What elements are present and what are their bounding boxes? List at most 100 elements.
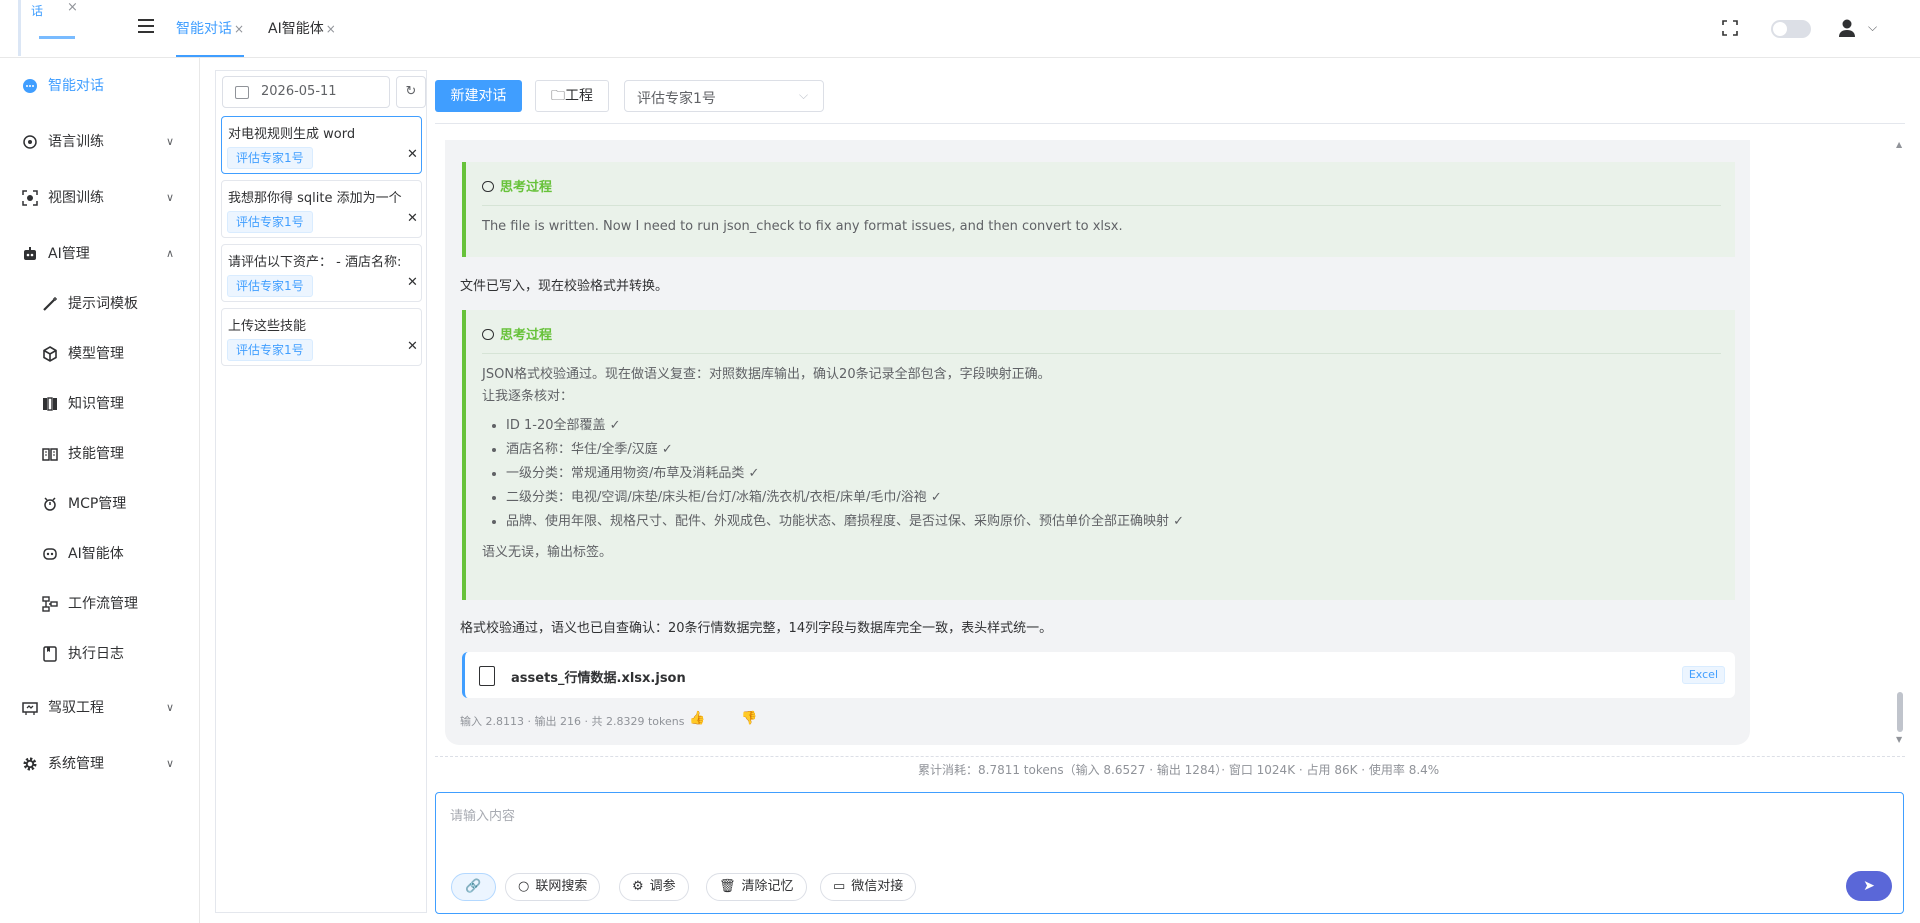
sidebar-item-language-training[interactable]: 语言训练 ∨ bbox=[0, 124, 200, 160]
send-button[interactable]: ➤ bbox=[1846, 871, 1892, 901]
tab-close-icon[interactable]: × bbox=[234, 22, 244, 36]
sidebar-item-label: 提示词模板 bbox=[68, 296, 138, 312]
delete-conversation-icon[interactable]: ✕ bbox=[407, 147, 418, 162]
app-logo[interactable]: 话 × bbox=[18, 0, 98, 56]
delete-conversation-icon[interactable]: ✕ bbox=[407, 211, 418, 226]
conversation-item[interactable]: 请评估以下资产： - 酒店名称: 评估专家1号 ✕ bbox=[221, 244, 422, 302]
user-menu-chevron-icon[interactable]: ⌵ bbox=[1868, 20, 1877, 35]
history-panel: 2026-05-11 ↻ 对电视规则生成 word 评估专家1号 ✕ 我想那你得… bbox=[215, 70, 427, 913]
project-button[interactable]: 🗀工程 bbox=[535, 80, 609, 112]
chat-bubble-icon bbox=[23, 79, 37, 93]
chat-scrollbar[interactable]: ▲ ▼ bbox=[1895, 140, 1905, 745]
folder-icon: 🗀 bbox=[551, 88, 565, 104]
mcp-icon bbox=[44, 497, 56, 511]
new-chat-button[interactable]: 新建对话 bbox=[435, 80, 522, 112]
theme-toggle[interactable] bbox=[1771, 20, 1811, 38]
web-search-label: 联网搜索 bbox=[535, 879, 588, 894]
thinking-header[interactable]: 思考过程 bbox=[482, 324, 552, 343]
thinking-checklist: ID 1-20全部覆盖 ✓ 酒店名称：华住/全季/汉庭 ✓ 一级分类：常规通用物… bbox=[506, 414, 1721, 534]
wechat-button[interactable]: ▭ 微信对接 bbox=[820, 873, 917, 901]
thinking-header-label: 思考过程 bbox=[500, 328, 553, 343]
scroll-up-icon[interactable]: ▲ bbox=[1896, 140, 1902, 149]
delete-conversation-icon[interactable]: ✕ bbox=[407, 339, 418, 354]
sidebar-item-vision-training[interactable]: 视图训练 ∨ bbox=[0, 180, 200, 216]
conversation-item[interactable]: 上传这些技能 评估专家1号 ✕ bbox=[221, 308, 422, 366]
clear-memory-button[interactable]: 🗑 清除记忆 bbox=[706, 873, 807, 901]
robot-icon bbox=[24, 247, 36, 260]
calendar-icon bbox=[235, 86, 249, 99]
sidebar-item-system-management[interactable]: 系统管理 ∨ bbox=[0, 746, 200, 782]
tab-label: 智能对话 bbox=[176, 21, 232, 37]
thinking-content: JSON格式校验通过。现在做语义复查：对照数据库输出，确认20条记录全部包含，字… bbox=[482, 364, 1721, 564]
agent-select-value: 评估专家1号 bbox=[637, 91, 716, 107]
cumulative-usage-stats: 累计消耗：8.7811 tokens（输入 8.6527 · 输出 1284）·… bbox=[918, 763, 1440, 777]
params-label: 调参 bbox=[649, 879, 676, 894]
date-picker[interactable]: 2026-05-11 bbox=[222, 76, 390, 108]
engineering-icon bbox=[22, 702, 38, 715]
chevron-down-icon: ⌵ bbox=[799, 88, 809, 102]
sidebar-item-prompt-templates[interactable]: 提示词模板 bbox=[0, 286, 200, 322]
tab-ai-agent[interactable]: AI智能体 × bbox=[268, 0, 336, 57]
sidebar-item-skill-management[interactable]: 技能管理 bbox=[0, 436, 200, 472]
message-input[interactable] bbox=[450, 805, 1880, 855]
sidebar-item-harness-engineering[interactable]: 驾驭工程 ∨ bbox=[0, 690, 200, 726]
sidebar-item-execution-log[interactable]: 执行日志 bbox=[0, 636, 200, 672]
attach-button[interactable]: 🔗 bbox=[451, 873, 496, 901]
checklist-item: 二级分类：电视/空调/床垫/床头柜/台灯/冰箱/洗衣机/衣柜/床单/毛巾/浴袍 … bbox=[506, 486, 1721, 510]
web-search-button[interactable]: ○ 联网搜索 bbox=[505, 873, 601, 901]
tab-close-icon[interactable]: × bbox=[326, 22, 336, 36]
conversation-item[interactable]: 对电视规则生成 word 评估专家1号 ✕ bbox=[221, 116, 422, 174]
magic-wand-icon bbox=[43, 297, 57, 311]
date-value: 2026-05-11 bbox=[261, 84, 337, 99]
paperclip-icon: 🔗 bbox=[465, 879, 482, 894]
tab-smart-chat[interactable]: 智能对话 × bbox=[176, 0, 245, 57]
logo-close-icon[interactable]: × bbox=[67, 0, 78, 15]
speech-bubble-icon bbox=[482, 181, 494, 192]
menu-fold-icon[interactable] bbox=[138, 19, 154, 35]
thumbs-up-icon[interactable]: 👍 bbox=[689, 711, 705, 726]
workflow-icon bbox=[42, 596, 58, 612]
file-name: assets_行情数据.xlsx.json bbox=[511, 671, 686, 686]
sidebar-item-ai-agents[interactable]: AI智能体 bbox=[0, 536, 200, 572]
checklist-item: ID 1-20全部覆盖 ✓ bbox=[506, 414, 1721, 438]
sidebar-item-label: 执行日志 bbox=[68, 646, 124, 662]
skill-book-icon bbox=[42, 448, 58, 461]
sidebar-item-workflow-management[interactable]: 工作流管理 bbox=[0, 586, 200, 622]
gear-icon bbox=[23, 757, 37, 771]
sidebar-item-mcp-management[interactable]: MCP管理 bbox=[0, 486, 200, 522]
divider bbox=[435, 123, 1905, 124]
sidebar-item-model-management[interactable]: 模型管理 bbox=[0, 336, 200, 372]
delete-conversation-icon[interactable]: ✕ bbox=[407, 275, 418, 290]
fullscreen-icon[interactable] bbox=[1722, 20, 1738, 36]
thinking-header[interactable]: 思考过程 bbox=[482, 176, 552, 195]
sidebar-item-label: 智能对话 bbox=[48, 78, 104, 94]
file-attachment-card[interactable]: assets_行情数据.xlsx.json Excel bbox=[462, 652, 1735, 698]
sidebar-item-label: 语言训练 bbox=[48, 134, 104, 150]
conversation-item[interactable]: 我想那你得 sqlite 添加为一个 评估专家1号 ✕ bbox=[221, 180, 422, 238]
message-icon: ▭ bbox=[833, 879, 846, 894]
thumbs-down-icon[interactable]: 👎 bbox=[741, 711, 757, 726]
scrollbar-thumb[interactable] bbox=[1897, 692, 1903, 732]
file-type-badge: Excel bbox=[1681, 666, 1725, 684]
conversation-title: 对电视规则生成 word bbox=[228, 127, 356, 142]
checklist-item: 品牌、使用年限、规格尺寸、配件、外观成色、功能状态、磨损程度、是否过保、采购原价… bbox=[506, 510, 1721, 534]
refresh-button[interactable]: ↻ bbox=[396, 76, 426, 108]
sidebar-item-knowledge-management[interactable]: 知识管理 bbox=[0, 386, 200, 422]
conversation-title: 请评估以下资产： - 酒店名称: bbox=[228, 255, 402, 270]
tab-label: AI智能体 bbox=[268, 21, 324, 37]
scroll-down-icon[interactable]: ▼ bbox=[1896, 735, 1902, 744]
agent-tag: 评估专家1号 bbox=[227, 275, 313, 297]
conversation-title: 上传这些技能 bbox=[228, 319, 307, 334]
sidebar-item-smart-chat[interactable]: 智能对话 bbox=[0, 68, 200, 104]
user-avatar-icon[interactable] bbox=[1838, 18, 1856, 38]
divider bbox=[482, 353, 1721, 354]
book-icon bbox=[43, 397, 57, 411]
params-button[interactable]: ⚙ 调参 bbox=[619, 873, 689, 901]
chevron-down-icon: ∨ bbox=[166, 191, 175, 204]
trash-icon: 🗑 bbox=[719, 879, 736, 894]
clear-memory-label: 清除记忆 bbox=[741, 879, 794, 894]
sidebar-item-ai-management[interactable]: AI管理 ∧ bbox=[0, 236, 200, 272]
agent-select[interactable]: 评估专家1号 ⌵ bbox=[624, 80, 824, 112]
agent-tag: 评估专家1号 bbox=[227, 211, 313, 233]
send-icon: ➤ bbox=[1863, 878, 1875, 894]
